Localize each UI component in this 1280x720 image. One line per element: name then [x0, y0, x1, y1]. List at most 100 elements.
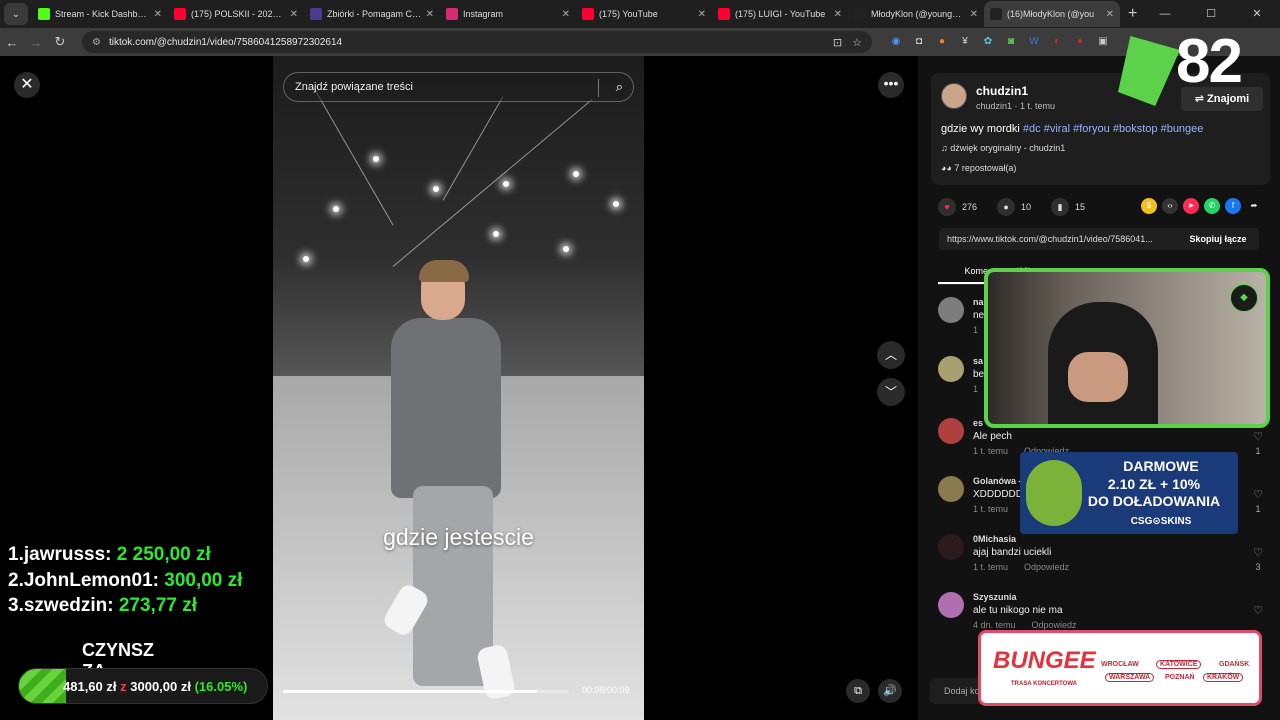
- previous-video-icon[interactable]: ︿: [877, 341, 905, 369]
- hashtag-link[interactable]: #bungee: [1161, 123, 1204, 135]
- site-info-icon[interactable]: ⚙: [92, 37, 101, 48]
- whatsapp-icon[interactable]: ✆: [1204, 198, 1220, 214]
- tab-close-icon[interactable]: ✕: [562, 9, 570, 20]
- browser-tab[interactable]: (16)MłodyKlon (@you ✕: [984, 1, 1120, 27]
- avatar[interactable]: [941, 83, 967, 109]
- hashtag-link[interactable]: #viral: [1044, 123, 1070, 135]
- browser-tab[interactable]: Stream - Kick Dashboard ✕: [32, 1, 168, 27]
- avatar[interactable]: [938, 297, 964, 323]
- reply-button[interactable]: Odpowiedz: [1024, 562, 1069, 572]
- avatar[interactable]: [938, 356, 964, 382]
- tab-close-icon[interactable]: ✕: [834, 9, 842, 20]
- hashtag-link[interactable]: #bokstop: [1113, 123, 1158, 135]
- comment-text: XDDDDDDI: [973, 489, 1026, 500]
- tab-close-icon[interactable]: ✕: [698, 9, 706, 20]
- comment-like-icon[interactable]: ♡: [1252, 488, 1264, 501]
- tab-close-icon[interactable]: ✕: [426, 9, 434, 20]
- avatar[interactable]: [938, 592, 964, 618]
- browser-tab[interactable]: (175) LUIGI - YouTube ✕: [712, 1, 848, 27]
- comment-author[interactable]: na: [973, 297, 984, 307]
- comment-icon[interactable]: ●: [997, 198, 1016, 216]
- reload-icon[interactable]: ↻: [48, 34, 72, 50]
- video-link-text: https://www.tiktok.com/@chudzin1/video/7…: [947, 234, 1153, 244]
- tab-close-icon[interactable]: ✕: [290, 9, 298, 20]
- tab-title: Zbiórki - Pomagam Cance: [327, 9, 422, 19]
- hashtag-link[interactable]: #foryou: [1073, 123, 1110, 135]
- bungee-subtitle: TRASA KONCERTOWA: [1011, 681, 1077, 687]
- avatar[interactable]: [938, 418, 964, 444]
- comment-time: 1 t. temu: [973, 504, 1009, 514]
- browser-tab[interactable]: (175) POLSKII - 2026 (MU ✕: [168, 1, 304, 27]
- share-arrow-icon[interactable]: ➦: [1246, 198, 1262, 214]
- donor-name: 3.szwedzin:: [8, 595, 114, 616]
- facebook-icon[interactable]: f: [1225, 198, 1241, 214]
- floating-player-icon[interactable]: ⧉: [846, 679, 870, 703]
- url-text: tiktok.com/@chudzin1/video/7586041258972…: [108, 36, 343, 48]
- url-bar[interactable]: ⚙ tiktok.com/@chudzin1/video/75860412589…: [82, 31, 872, 53]
- leaderboard-entry: 3.szwedzin: 273,77 zł: [8, 595, 197, 617]
- more-options-icon[interactable]: •••: [878, 72, 904, 98]
- tab-title: (175) POLSKII - 2026 (MU: [191, 9, 286, 19]
- forward-icon[interactable]: →: [24, 35, 48, 50]
- coin-icon[interactable]: $: [1141, 198, 1157, 214]
- extension-icon[interactable]: ♦: [1070, 34, 1090, 50]
- comment-author[interactable]: 0Michasia: [973, 534, 1016, 544]
- avatar[interactable]: [938, 476, 964, 502]
- extension-icon[interactable]: ◉: [886, 34, 906, 50]
- comment-author[interactable]: es: [973, 418, 983, 428]
- comment-author[interactable]: sa: [973, 356, 983, 366]
- comment-like-icon[interactable]: ♡: [1252, 546, 1264, 559]
- repost-text: 7 repostował(a): [954, 163, 1017, 173]
- extension-icon[interactable]: ✿: [978, 34, 998, 50]
- search-icon[interactable]: ⌕: [616, 79, 623, 95]
- copy-link-button[interactable]: Skopiuj łącze: [1177, 234, 1259, 244]
- related-search-placeholder: Znajdź powiązane treści: [295, 81, 414, 93]
- video-player[interactable]: gdzie jestescie Znajdź powiązane treści …: [273, 56, 644, 720]
- comment-time: 1: [973, 325, 979, 335]
- post-description: gdzie wy mordki #dc #viral #foryou #boks…: [941, 123, 1203, 135]
- ad-line-2-text: 2.10 ZŁ + 10%: [1107, 476, 1201, 492]
- comment-time: 4 dn. temu: [973, 620, 1016, 630]
- comment-like-icon[interactable]: ♡: [1252, 430, 1264, 443]
- bungee-city: KATOWICE: [1156, 660, 1202, 669]
- close-icon[interactable]: ✕: [14, 72, 40, 98]
- embed-icon[interactable]: ‹›: [1162, 198, 1178, 214]
- donor-amount: 2 250,00 zł: [116, 544, 211, 565]
- tab-close-icon[interactable]: ✕: [154, 9, 162, 20]
- browser-tab[interactable]: Instagram ✕: [440, 1, 576, 27]
- bookmark-icon[interactable]: ▮: [1051, 198, 1070, 216]
- extension-icon[interactable]: ◙: [1001, 34, 1021, 50]
- engagement-stats: ♥ 276 ● 10 ▮ 15: [938, 198, 1105, 216]
- tab-title: (175) YouTube: [599, 9, 658, 19]
- install-icon[interactable]: ⊡: [833, 36, 842, 49]
- hashtag-link[interactable]: #dc: [1023, 123, 1041, 135]
- reply-button[interactable]: Odpowiedz: [1032, 620, 1077, 630]
- tab-search-icon[interactable]: ⌄: [4, 3, 28, 25]
- browser-tab[interactable]: MłodyKlon (@youngklon ✕: [848, 1, 984, 27]
- comment-author[interactable]: Golanówa -: [973, 476, 1022, 486]
- video-progress-bar[interactable]: [283, 690, 569, 693]
- comment-like-count: 1: [1255, 504, 1261, 514]
- comment-like-icon[interactable]: ♡: [1252, 604, 1264, 617]
- heart-icon[interactable]: ♥: [938, 198, 956, 216]
- extension-icon[interactable]: ●: [932, 34, 952, 50]
- browser-tab[interactable]: Zbiórki - Pomagam Cance ✕: [304, 1, 440, 27]
- author-username[interactable]: chudzin1: [976, 84, 1028, 98]
- bookmark-star-icon[interactable]: ☆: [852, 36, 862, 49]
- extension-icon[interactable]: W: [1024, 34, 1044, 50]
- donation-goal-bar: 481,60 zł z 3000,00 zł (16.05%): [18, 668, 268, 704]
- next-video-icon[interactable]: ﹀: [877, 378, 905, 406]
- browser-tab[interactable]: (175) YouTube ✕: [576, 1, 712, 27]
- related-search-input[interactable]: Znajdź powiązane treści ⌕: [283, 72, 634, 102]
- extension-icon[interactable]: ◐: [1047, 34, 1067, 50]
- extension-icon[interactable]: ¥: [955, 34, 975, 50]
- leaderboard-entry: 2.JohnLemon01: 300,00 zł: [8, 570, 242, 592]
- sound-link[interactable]: ♫ dźwięk oryginalny - chudzin1: [941, 143, 1065, 153]
- back-icon[interactable]: ←: [0, 35, 24, 50]
- tab-close-icon[interactable]: ✕: [970, 9, 978, 20]
- comment-author[interactable]: Szyszunia: [973, 592, 1017, 602]
- extension-icon[interactable]: ◘: [909, 34, 929, 50]
- volume-icon[interactable]: 🔊: [878, 679, 902, 703]
- send-icon[interactable]: ➤: [1183, 198, 1199, 214]
- avatar[interactable]: [938, 534, 964, 560]
